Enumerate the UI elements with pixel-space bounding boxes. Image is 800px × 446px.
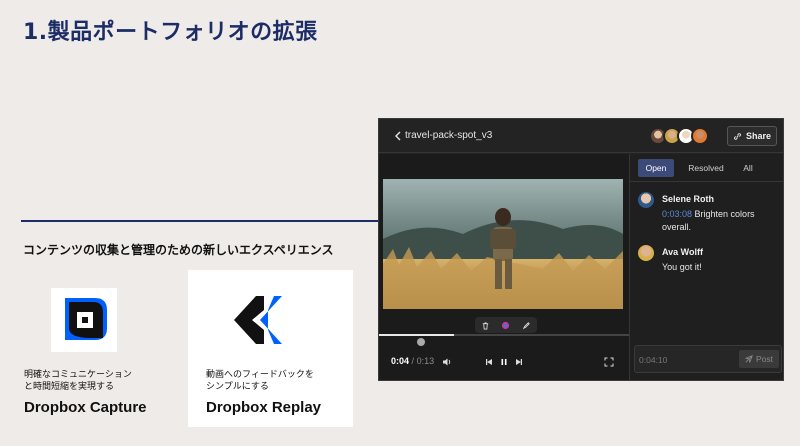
- pause-icon[interactable]: [498, 356, 510, 368]
- slide-title: 1.製品ポートフォリオの拡張: [23, 20, 318, 45]
- comments-panel: Open Resolved All Selene Roth 0:03:08 Br…: [629, 154, 783, 380]
- app-header: travel-pack-spot_v3 Share: [379, 119, 783, 153]
- comment-text: You got it!: [662, 262, 702, 272]
- dropbox-replay-logo: [234, 296, 282, 344]
- divider-line: [21, 220, 379, 222]
- avatar: [638, 192, 654, 208]
- collaborator-avatars[interactable]: [649, 127, 709, 145]
- skip-back-icon[interactable]: [483, 356, 495, 368]
- product-description: 明確なコミュニケーション と時間短縮を実現する: [24, 370, 132, 392]
- share-button[interactable]: Share: [727, 126, 777, 146]
- video-player: 0:04 / 0:13: [379, 154, 629, 380]
- annotation-toolbar: [475, 317, 537, 333]
- video-frame[interactable]: [383, 179, 623, 309]
- chevron-left-icon[interactable]: [391, 129, 405, 143]
- tagline: コンテンツの収集と管理のための新しいエクスペリエンス: [23, 243, 334, 257]
- product-card-capture: 明確なコミュニケーション と時間短縮を実現する Dropbox Capture: [22, 270, 187, 427]
- comment-marker[interactable]: [417, 338, 425, 346]
- tab-all[interactable]: All: [738, 159, 758, 177]
- scrubber-track[interactable]: [379, 334, 629, 336]
- file-title: travel-pack-spot_v3: [405, 130, 493, 141]
- comment-tabs: Open Resolved All: [630, 154, 783, 182]
- product-card-replay: 動画へのフィードバックを シンプルにする Dropbox Replay: [188, 270, 353, 427]
- pen-icon[interactable]: [522, 321, 531, 330]
- volume-icon[interactable]: [441, 356, 453, 368]
- replay-app-window: travel-pack-spot_v3 Share 0:04 / 0:13 Op…: [378, 118, 784, 381]
- avatar: [638, 245, 654, 261]
- avatar[interactable]: [691, 127, 709, 145]
- tab-resolved[interactable]: Resolved: [686, 159, 726, 177]
- fullscreen-icon[interactable]: [603, 356, 615, 368]
- color-picker-icon[interactable]: [501, 321, 510, 330]
- time-display: 0:04 / 0:13: [391, 356, 435, 366]
- compose-timestamp: 0:04:10: [639, 355, 668, 365]
- product-description: 動画へのフィードバックを シンプルにする: [206, 370, 314, 392]
- send-icon: [744, 355, 753, 363]
- comment-text: 0:03:08 Brighten colors overall.: [662, 209, 755, 232]
- skip-forward-icon[interactable]: [513, 356, 525, 368]
- scrubber-progress: [379, 334, 454, 336]
- comment-author: Ava Wolff: [662, 247, 704, 257]
- product-name: Dropbox Capture: [24, 399, 147, 416]
- post-button[interactable]: Post: [739, 350, 779, 368]
- comment-author: Selene Roth: [662, 194, 715, 204]
- tab-open[interactable]: Open: [638, 159, 674, 177]
- comment-compose[interactable]: 0:04:10 Post: [634, 345, 782, 373]
- dropbox-capture-logo: [51, 288, 117, 352]
- comment-timestamp[interactable]: 0:03:08: [662, 209, 692, 219]
- link-icon: [733, 132, 741, 140]
- trash-icon[interactable]: [481, 321, 490, 330]
- product-name: Dropbox Replay: [206, 399, 322, 416]
